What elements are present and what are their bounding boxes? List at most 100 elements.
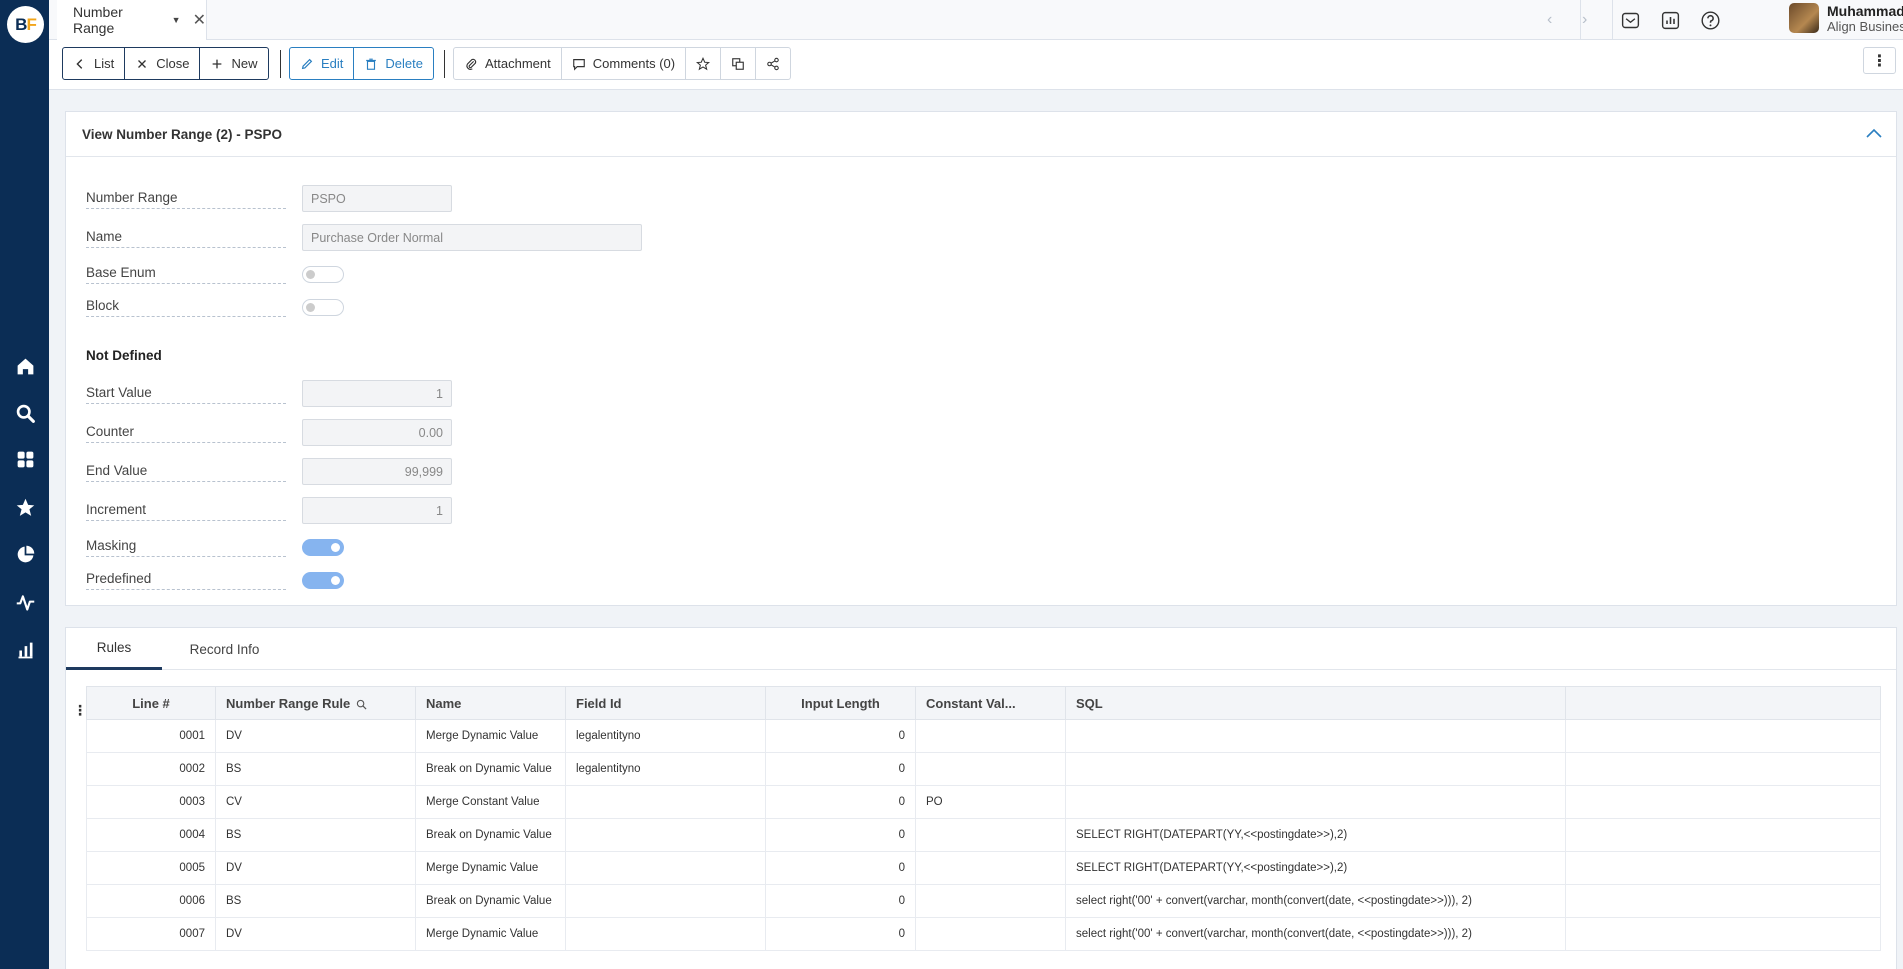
cell-spacer <box>1565 818 1881 852</box>
report-icon[interactable] <box>1659 9 1681 31</box>
tab-record-info[interactable]: Record Info <box>162 628 287 670</box>
home-icon[interactable] <box>12 353 38 379</box>
cell-rule: BS <box>215 884 416 918</box>
favorite-button[interactable] <box>686 48 722 79</box>
cell-name: Break on Dynamic Value <box>415 818 566 852</box>
table-row[interactable]: 0007 DV Merge Dynamic Value 0 select rig… <box>86 917 1881 951</box>
masking-toggle[interactable] <box>302 539 344 556</box>
caret-down-icon[interactable]: ▼ <box>172 15 181 25</box>
new-button-label: New <box>231 56 258 71</box>
cell-name: Break on Dynamic Value <box>415 884 566 918</box>
column-header-constant-value[interactable]: Constant Val... <box>915 686 1066 720</box>
cell-constant-value <box>915 884 1066 918</box>
cell-field-id <box>565 785 766 819</box>
cell-rule: DV <box>215 719 416 753</box>
cell-spacer <box>1565 884 1881 918</box>
more-options-button[interactable]: ⋮ <box>1863 47 1896 74</box>
cell-input-length: 0 <box>765 818 916 852</box>
column-header-line[interactable]: Line # <box>86 686 216 720</box>
edit-button-label: Edit <box>321 56 344 71</box>
divider <box>1612 0 1613 40</box>
tab-rules[interactable]: Rules <box>66 628 162 670</box>
cell-spacer <box>1565 752 1881 786</box>
table-row[interactable]: 0006 BS Break on Dynamic Value 0 select … <box>86 884 1881 918</box>
column-header-number-range-rule[interactable]: Number Range Rule <box>215 686 416 720</box>
number-range-field[interactable]: PSPO <box>302 185 452 212</box>
cell-rule: CV <box>215 785 416 819</box>
avatar[interactable] <box>1789 3 1819 33</box>
share-icon <box>767 57 779 70</box>
apps-grid-icon[interactable] <box>12 446 38 472</box>
copy-button[interactable] <box>721 48 757 79</box>
table-row[interactable]: 0002 BS Break on Dynamic Value legalenti… <box>86 752 1881 786</box>
close-tab-icon[interactable]: ✕ <box>193 10 206 30</box>
cell-input-length: 0 <box>765 884 916 918</box>
cell-input-length: 0 <box>765 917 916 951</box>
cell-spacer <box>1565 719 1881 753</box>
app-logo[interactable]: BF <box>7 6 44 43</box>
cell-line: 0006 <box>86 884 216 918</box>
help-icon[interactable] <box>1699 9 1721 31</box>
cell-field-id <box>565 917 766 951</box>
column-header-spacer <box>1565 686 1881 720</box>
block-toggle[interactable] <box>302 299 344 316</box>
cell-field-id: legalentityno <box>565 752 766 786</box>
attachment-button[interactable]: Attachment <box>454 48 562 79</box>
name-field[interactable]: Purchase Order Normal <box>302 224 642 251</box>
table-row[interactable]: 0004 BS Break on Dynamic Value 0 SELECT … <box>86 818 1881 852</box>
close-icon <box>138 59 147 68</box>
action-toolbar: List Close New Edit Delete Attachment Co… <box>49 40 1903 90</box>
table-row[interactable]: 0001 DV Merge Dynamic Value legalentityn… <box>86 719 1881 753</box>
user-organization: Align Business Systems <box>1827 19 1903 34</box>
cell-name: Merge Constant Value <box>415 785 566 819</box>
cell-line: 0005 <box>86 851 216 885</box>
document-tab[interactable]: Number Range ▼ ✕ <box>57 0 207 40</box>
share-button[interactable] <box>756 48 790 79</box>
cell-field-id <box>565 818 766 852</box>
delete-button-label: Delete <box>385 56 423 71</box>
base-enum-toggle[interactable] <box>302 266 344 283</box>
column-header-field-id[interactable]: Field Id <box>565 686 766 720</box>
pie-chart-icon[interactable] <box>12 541 38 567</box>
paperclip-icon <box>466 58 477 70</box>
inbox-icon[interactable] <box>1619 9 1641 31</box>
cell-rule: BS <box>215 818 416 852</box>
counter-field[interactable]: 0.00 <box>302 419 452 446</box>
star-icon[interactable] <box>12 494 38 520</box>
cell-name: Merge Dynamic Value <box>415 719 566 753</box>
edit-button[interactable]: Edit <box>290 48 355 79</box>
top-bar: Number Range ▼ ✕ ‹ › Muhammad Sadiq Alig… <box>49 0 1903 40</box>
cell-line: 0004 <box>86 818 216 852</box>
start-value-field[interactable]: 1 <box>302 380 452 407</box>
list-button[interactable]: List <box>63 48 126 79</box>
grid-menu-icon[interactable]: ⋮ <box>73 702 87 719</box>
copy-icon <box>732 57 744 70</box>
column-header-name[interactable]: Name <box>415 686 566 720</box>
detail-tabs-card: Rules Record Info ⋮ Line # Number Range … <box>65 627 1897 969</box>
search-icon[interactable] <box>12 400 38 426</box>
chevron-left-icon <box>76 58 83 69</box>
cell-rule: DV <box>215 851 416 885</box>
delete-button[interactable]: Delete <box>354 48 433 79</box>
chevron-right-icon[interactable]: › <box>1582 11 1587 29</box>
increment-field[interactable]: 1 <box>302 497 452 524</box>
activity-icon[interactable] <box>12 589 38 615</box>
cell-sql: select right('00' + convert(varchar, mon… <box>1065 917 1566 951</box>
chevron-up-icon[interactable] <box>1864 124 1884 144</box>
table-row[interactable]: 0003 CV Merge Constant Value 0 PO <box>86 785 1881 819</box>
bar-chart-icon[interactable] <box>12 637 38 663</box>
search-icon[interactable] <box>356 699 367 710</box>
new-button[interactable]: New <box>200 48 267 79</box>
comments-button[interactable]: Comments (0) <box>562 48 687 79</box>
increment-label: Increment <box>86 502 286 521</box>
predefined-toggle[interactable] <box>302 572 344 589</box>
close-button[interactable]: Close <box>125 48 201 79</box>
cell-rule: DV <box>215 917 416 951</box>
grid-header-row: Line # Number Range Rule Name Field Id I… <box>86 686 1881 720</box>
end-value-field[interactable]: 99,999 <box>302 458 452 485</box>
column-header-sql[interactable]: SQL <box>1065 686 1566 720</box>
column-header-input-length[interactable]: Input Length <box>765 686 916 720</box>
cell-sql <box>1065 752 1566 786</box>
table-row[interactable]: 0005 DV Merge Dynamic Value 0 SELECT RIG… <box>86 851 1881 885</box>
chevron-left-icon[interactable]: ‹ <box>1547 11 1552 29</box>
